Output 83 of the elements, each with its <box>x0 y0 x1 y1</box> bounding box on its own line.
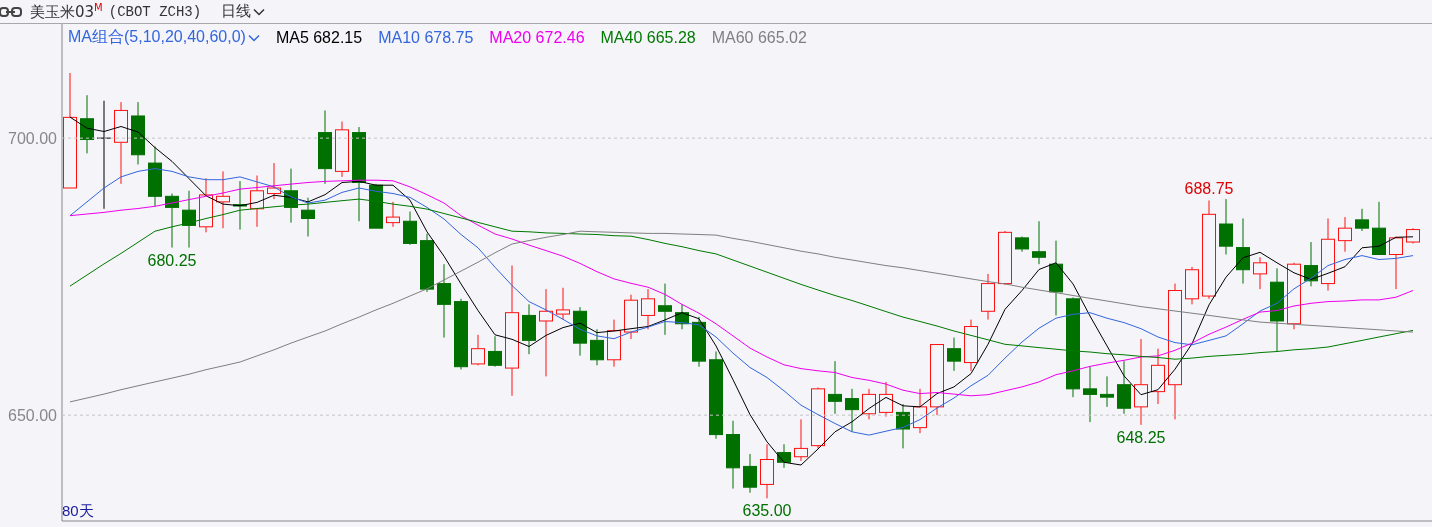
candlestick <box>641 288 655 330</box>
candlestick <box>896 403 910 449</box>
candlestick <box>1304 241 1318 287</box>
price-label: 635.00 <box>742 502 792 520</box>
candlestick <box>1151 348 1165 405</box>
period-dropdown[interactable]: 日线 <box>221 2 266 21</box>
candlestick <box>1219 198 1233 255</box>
candlestick <box>743 453 757 494</box>
candlestick <box>998 230 1012 286</box>
candlestick <box>471 334 485 366</box>
candlestick <box>607 319 621 368</box>
chevron-down-icon <box>253 7 266 16</box>
ma-group-dropdown[interactable]: MA组合(5,10,20,40,60,0) <box>68 27 260 48</box>
candlestick <box>1355 208 1369 232</box>
axis-label: 650.00 <box>8 407 57 425</box>
candlestick <box>726 420 740 490</box>
candlestick <box>369 183 383 229</box>
candlestick <box>913 388 927 434</box>
ma-legend-item: MA20 672.46 <box>489 28 585 47</box>
candlestick <box>80 94 94 154</box>
candlestick <box>250 175 264 228</box>
candlestick <box>811 386 825 449</box>
ma-legend-item: MA5 682.15 <box>275 28 363 47</box>
candlestick <box>947 337 961 372</box>
candlestick <box>777 443 791 469</box>
price-label: 648.25 <box>1116 428 1166 446</box>
candlestick <box>964 319 978 372</box>
candlestick <box>148 145 162 207</box>
candlestick <box>1100 375 1114 408</box>
candlestick <box>760 443 774 499</box>
candlestick <box>386 201 400 228</box>
candlestick <box>692 316 706 368</box>
candlestick <box>675 303 689 330</box>
candlestick <box>301 197 315 237</box>
candlestick <box>233 180 247 231</box>
candlestick <box>879 381 893 418</box>
instrument-code: (CBOT ZCH3) <box>108 3 202 20</box>
candlestick <box>182 190 196 249</box>
candlestick <box>1185 266 1199 305</box>
candlestick <box>1372 201 1386 255</box>
candlestick <box>1338 216 1352 253</box>
candlestick <box>1117 360 1131 415</box>
candlestick <box>454 298 468 370</box>
candlestick <box>624 294 638 340</box>
day-count: 80天 <box>62 502 94 519</box>
candlestick <box>522 303 536 355</box>
ma-legend-item: MA10 678.75 <box>378 28 474 47</box>
candlestick <box>488 335 502 368</box>
chevron-down-icon <box>247 33 260 42</box>
candlestick <box>131 101 145 165</box>
candlestick <box>930 344 944 416</box>
price-label: 680.25 <box>147 251 197 269</box>
candlestick <box>284 168 298 224</box>
candlestick <box>267 162 281 200</box>
axis-label: 700.00 <box>8 130 57 148</box>
candlestick <box>845 388 859 433</box>
price-label: 688.75 <box>1184 180 1234 198</box>
candlestick <box>1032 220 1046 265</box>
candlestick <box>1406 227 1420 244</box>
candlestick <box>1236 218 1250 285</box>
candlestick <box>1015 236 1029 253</box>
link-icon <box>0 6 22 17</box>
candlestick <box>862 388 876 420</box>
candlestick <box>658 283 672 336</box>
candlestick <box>1083 366 1097 423</box>
ma-legend-item: MA60 665.02 <box>711 28 807 47</box>
candlestick <box>1253 256 1267 290</box>
candlestick <box>420 233 434 293</box>
candlestick <box>1287 262 1301 330</box>
instrument-title: 美玉米03$^{M}$ <box>30 1 103 22</box>
candlestick <box>335 121 349 178</box>
candlestick <box>556 287 570 321</box>
candlestick <box>403 211 417 246</box>
candlestick <box>1389 236 1403 290</box>
ma-legend-item: MA40 665.28 <box>600 28 696 47</box>
candlestick <box>199 177 213 233</box>
candlestick <box>794 418 808 462</box>
candlestick <box>828 360 842 415</box>
candlestick <box>573 306 587 357</box>
candlestick <box>590 328 604 366</box>
candlestick <box>165 193 179 249</box>
candlestick <box>216 170 230 229</box>
candlestick <box>981 273 995 321</box>
